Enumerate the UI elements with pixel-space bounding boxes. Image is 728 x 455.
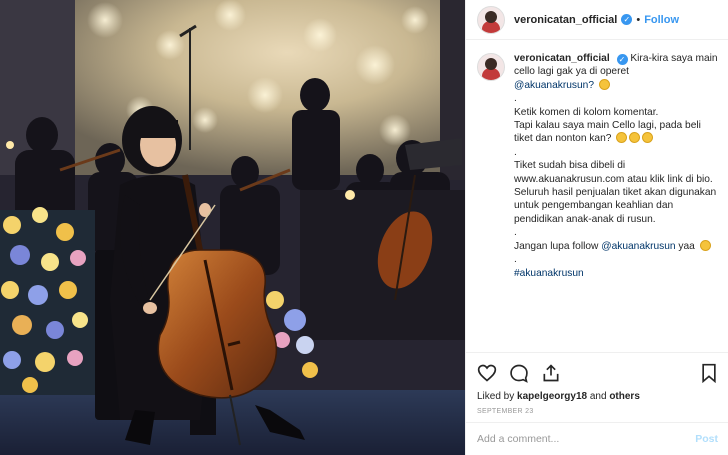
- post-comment-button[interactable]: Post: [695, 433, 718, 445]
- bookmark-icon[interactable]: [700, 363, 718, 383]
- post-actions: Liked by kapelgeorgy18 and others SEPTEM…: [466, 352, 728, 422]
- instagram-post: veronicatan_official ✓ • Follow veronica…: [0, 0, 728, 455]
- author-avatar[interactable]: [477, 5, 505, 34]
- caption-line: Seluruh hasil penjualan tiket akan digun…: [514, 187, 717, 225]
- caption-line: .: [514, 254, 517, 266]
- mention-link[interactable]: @akuanakrusun?: [514, 80, 594, 91]
- caption-line: Jangan lupa follow: [514, 240, 599, 252]
- caption-line: .: [514, 146, 517, 158]
- mention-link[interactable]: @akuanakrusun: [601, 241, 675, 252]
- caption-line: yaa: [678, 240, 695, 252]
- smile-emoji-icon: [699, 239, 711, 251]
- caption: veronicatan_official ✓ Kira-kira saya ma…: [477, 52, 718, 280]
- grin-emoji-icon: [616, 132, 628, 144]
- liked-and-label: and: [589, 391, 607, 402]
- grin-emoji-icon: [629, 132, 641, 144]
- post-header: veronicatan_official ✓ • Follow: [466, 0, 728, 40]
- caption-author-username[interactable]: veronicatan_official: [514, 53, 610, 64]
- comments-section: veronicatan_official ✓ Kira-kira saya ma…: [466, 40, 728, 352]
- action-icons: [477, 361, 718, 385]
- separator-dot: •: [636, 13, 641, 26]
- grin-emoji-icon: [642, 132, 654, 144]
- author-username[interactable]: veronicatan_official: [514, 14, 617, 26]
- caption-line: Tapi kalau saya main Cello lagi, pada be…: [514, 120, 701, 145]
- caption-line: .: [514, 93, 517, 105]
- caption-author-avatar[interactable]: [477, 53, 505, 81]
- post-date[interactable]: SEPTEMBER 23: [477, 408, 718, 415]
- heart-icon[interactable]: [477, 363, 497, 383]
- hashtag-link[interactable]: #akuanakrusun: [514, 267, 718, 280]
- comment-icon[interactable]: [509, 363, 529, 383]
- caption-line: .: [514, 227, 517, 239]
- grin-emoji-icon: [598, 78, 610, 90]
- post-photo[interactable]: [0, 0, 465, 455]
- likes-summary: Liked by kapelgeorgy18 and others: [477, 391, 718, 402]
- verified-badge-icon: ✓: [621, 14, 633, 25]
- cellist-stage-photo: [0, 0, 465, 455]
- caption-line: Ketik komen di kolom komentar.: [514, 106, 659, 118]
- follow-button[interactable]: Follow: [644, 14, 679, 26]
- post-side-panel: veronicatan_official ✓ • Follow veronica…: [465, 0, 728, 455]
- caption-verified-badge-icon: ✓: [616, 54, 628, 65]
- comment-input[interactable]: Add a comment...: [477, 433, 695, 445]
- caption-line: Tiket sudah bisa dibeli di www.akuanakru…: [514, 160, 713, 185]
- caption-text: veronicatan_official ✓ Kira-kira saya ma…: [514, 52, 718, 280]
- add-comment-bar: Add a comment... Post: [466, 422, 728, 455]
- liked-by-label: Liked by: [477, 391, 515, 402]
- liked-by-user[interactable]: kapelgeorgy18: [517, 391, 587, 402]
- liked-others-link[interactable]: others: [609, 391, 640, 402]
- share-icon[interactable]: [541, 363, 561, 383]
